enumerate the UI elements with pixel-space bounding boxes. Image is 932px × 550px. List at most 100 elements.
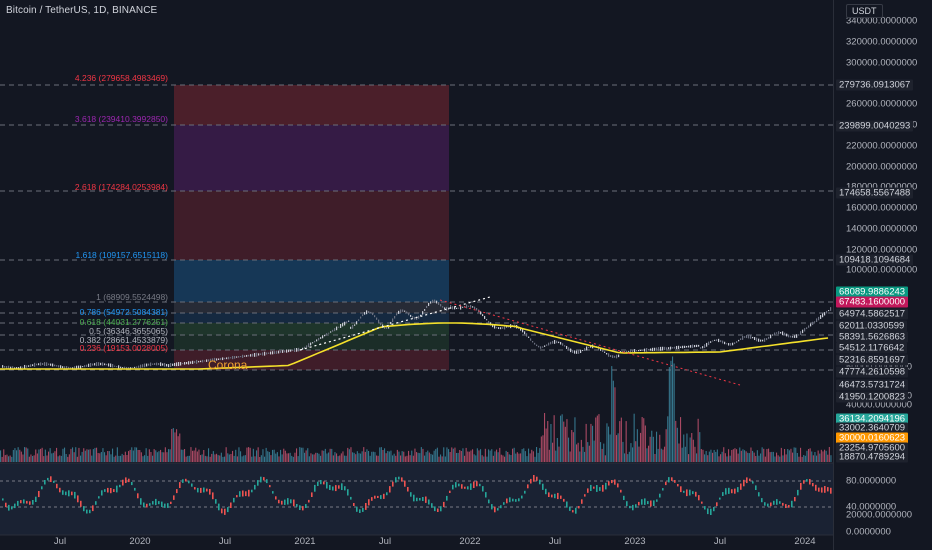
volume-bar [307,448,309,462]
volume-bar [136,447,138,462]
volume-bar [816,455,818,462]
price-axis[interactable]: 340000.0000000 320000.0000000 300000.00000… [833,0,932,550]
price-candle [670,346,672,350]
price-candle [696,344,698,348]
volume-bar [641,417,643,462]
price-candle [742,335,744,340]
volume-bar [260,455,262,462]
oscillator-candle [602,484,604,492]
volume-bar [457,452,459,462]
price-candle [36,363,38,366]
oscillator-candle [215,499,217,504]
volume-bar [649,436,651,462]
fib-level-label: 3.618 (239410.3992850) [74,114,168,124]
oscillator-candle [431,503,433,508]
price-candle [96,362,98,367]
volume-bar [467,451,469,462]
volume-bar [118,455,120,462]
volume-bar [89,449,91,462]
volume-bar [756,450,758,462]
price-candle [166,363,168,367]
currency-button[interactable]: USDT [846,4,883,18]
oscillator-candle [632,504,634,511]
price-candle [776,332,778,334]
oscillator-candle [356,506,358,512]
oscillator-candle [218,503,220,511]
oscillator-candle [497,508,499,511]
volume-bar [411,450,413,462]
volume-bar [443,447,445,462]
price-candle [110,363,112,368]
price-candle [672,347,674,349]
volume-bar [416,452,418,462]
oscillator-candle [464,486,466,489]
oscillator-candle [65,491,67,496]
oscillator-candle [770,502,772,507]
price-candle [644,348,646,352]
oscillator-candle [59,487,61,493]
price-candle [30,364,32,367]
price-candle [160,362,162,367]
price-candle [272,351,274,355]
volume-bar [128,451,130,462]
oscillator-candle [818,487,820,492]
oscillator-candle [434,506,436,512]
price-candle [322,335,324,339]
price-candle [530,338,532,341]
volume-bar [659,434,661,462]
volume-bar [512,448,514,462]
price-candle [444,307,446,310]
volume-bar [630,443,632,462]
price-candle [784,332,786,336]
price-candle [550,341,552,345]
price-candle [176,362,178,367]
volume-bar [398,451,400,462]
price-candle [702,346,704,349]
volume-bar [476,448,478,462]
oscillator-candle [611,480,613,484]
volume-bar [356,451,358,462]
price-candle [360,316,362,319]
price-candle [402,309,404,312]
volume-bar [161,452,163,462]
volume-bar [145,448,147,462]
volume-bar [36,453,38,462]
volume-bar [403,451,405,462]
oscillator-candle [605,482,607,490]
volume-bar [195,447,197,462]
oscillator-candle [332,486,334,491]
volume-bar [448,449,450,462]
volume-bar [814,452,816,462]
volume-bar [596,415,598,462]
volume-bar [48,451,50,462]
oscillator-candle [518,498,520,502]
volume-bar [766,449,768,462]
volume-bar [310,453,312,462]
price-badge: 62011.0330599 [836,320,908,332]
volume-bar [331,448,333,462]
price-candle [162,363,164,366]
price-candle [332,329,334,332]
price-candle [362,314,364,317]
volume-bar [17,447,19,462]
volume-bar [548,449,550,462]
volume-bar [483,456,485,462]
oscillator-candle [380,495,382,500]
price-candle [710,341,712,343]
volume-bar [456,453,458,462]
oscillator-candle [8,504,10,511]
volume-bar [772,451,774,462]
volume-bar [449,452,451,462]
oscillator-candle [542,483,544,490]
oscillator-candle [191,483,193,487]
price-candle [476,307,478,311]
price-candle [662,346,664,351]
price-candle [664,346,666,351]
oscillator-candle [479,483,481,487]
price-candle [192,360,194,364]
price-candle [772,334,774,336]
volume-bar [688,454,690,462]
volume-bar [97,453,99,462]
volume-bar [539,448,541,462]
volume-bar [465,447,467,462]
